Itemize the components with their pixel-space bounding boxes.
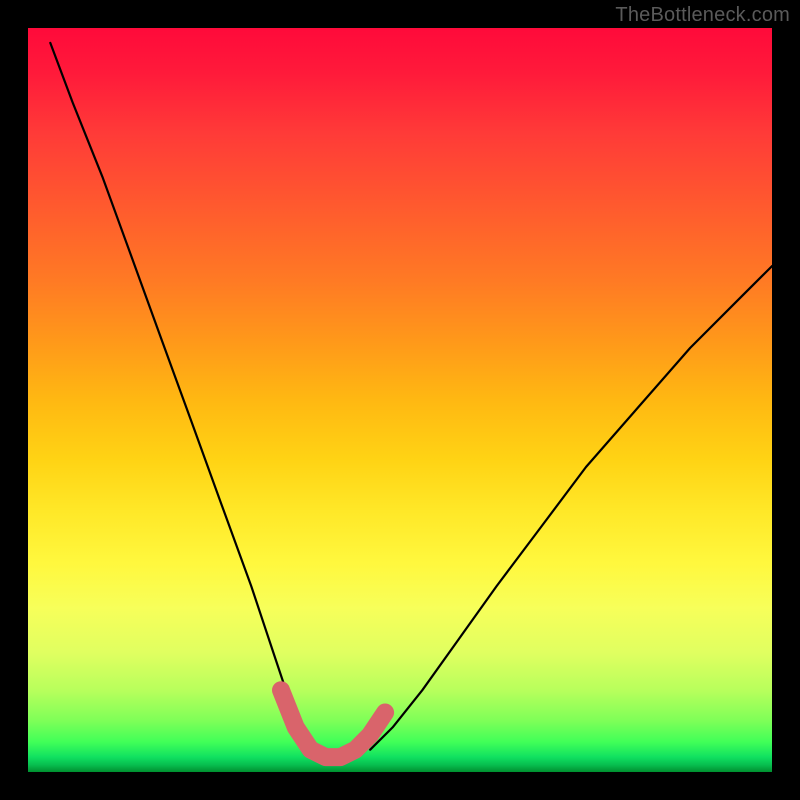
series-left-arm <box>50 43 310 750</box>
series-right-arm <box>370 266 772 750</box>
chart-frame: TheBottleneck.com <box>0 0 800 800</box>
series-group <box>50 43 772 757</box>
chart-plot-area <box>28 28 772 772</box>
watermark-text: TheBottleneck.com <box>615 4 790 27</box>
chart-svg <box>28 28 772 772</box>
series-highlight-min <box>281 690 385 757</box>
